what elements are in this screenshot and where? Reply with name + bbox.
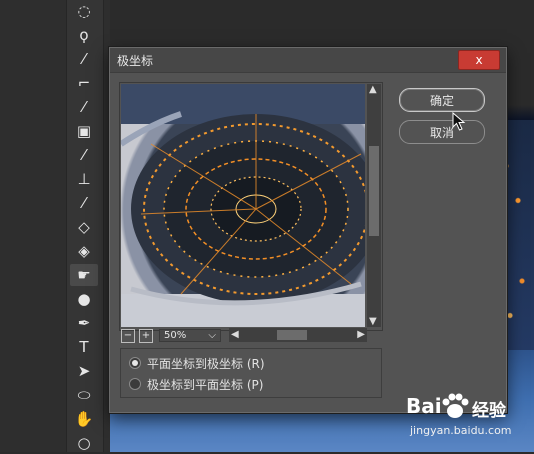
dialog-titlebar[interactable]: 极坐标 x [110, 48, 506, 73]
eraser-icon: ◇ [78, 218, 90, 236]
frame-icon: ▣ [76, 122, 92, 140]
lasso-icon: ϙ [79, 26, 89, 44]
tool-button[interactable]: ◌ [70, 0, 98, 22]
tool-button[interactable]: ◇ [70, 216, 98, 238]
tool-button[interactable]: ⬭ [70, 384, 98, 406]
cancel-button[interactable]: 取消 [399, 120, 485, 144]
tool-button[interactable]: ⁄ [70, 96, 98, 118]
paw-logo-icon [442, 393, 469, 418]
brush-icon: ⁄ [82, 146, 86, 164]
tool-button[interactable]: ○ [70, 432, 98, 454]
tool-button[interactable]: ● [70, 288, 98, 310]
tool-button[interactable]: ⁄ [70, 144, 98, 166]
filter-preview[interactable] [121, 84, 365, 327]
smudge-icon: ☛ [77, 266, 91, 284]
option-rect-to-polar-label: 平面坐标到极坐标 (R) [147, 356, 265, 371]
paint-bucket-icon: ◈ [78, 242, 90, 260]
marquee-icon: ◌ [77, 2, 91, 20]
horizontal-scroll-thumb[interactable] [277, 330, 307, 340]
zoom-level-value: 50% [164, 330, 187, 341]
scroll-right-icon[interactable]: ▶ [357, 329, 365, 340]
dialog-title: 极坐标 [117, 54, 154, 68]
tool-button[interactable]: ✒ [70, 312, 98, 334]
tool-button[interactable]: ◈ [70, 240, 98, 262]
dodge-icon: ● [77, 290, 91, 308]
vertical-scroll-thumb[interactable] [369, 146, 379, 236]
polar-coordinates-dialog: 极坐标 x ▲ ▼ − + 50% ⌵ ◀ ▶ 确定 取消 平面坐标到极坐标 (… [109, 47, 507, 413]
crop-icon: ⌐ [77, 74, 91, 92]
tool-button[interactable]: ▣ [70, 120, 98, 142]
minus-icon: − [123, 330, 133, 341]
ok-label: 确定 [429, 93, 454, 108]
watermark-url: jingyan.baidu.com [410, 424, 512, 437]
close-icon: x [475, 53, 483, 67]
tools-panel: ◌ ϙ ⁄ ⌐ ⁄ ▣ ⁄ ⊥ ⁄ ◇ ◈ ☛ ● ✒ T ➤ ⬭ ✋ ○ [0, 0, 110, 452]
history-brush-icon: ⁄ [82, 194, 86, 212]
conversion-options: 平面坐标到极坐标 (R) 极坐标到平面坐标 (P) [120, 348, 382, 398]
scroll-left-icon[interactable]: ◀ [231, 329, 239, 340]
radio-checked-icon[interactable] [129, 357, 141, 369]
option-polar-to-rect[interactable]: 极坐标到平面坐标 (P) [129, 376, 263, 392]
polar-preview-image [121, 84, 365, 327]
option-polar-to-rect-label: 极坐标到平面坐标 (P) [147, 377, 264, 392]
tool-button[interactable]: ➤ [70, 360, 98, 382]
zoom-out-button[interactable]: − [121, 329, 135, 343]
tool-button[interactable]: ⌐ [70, 72, 98, 94]
tool-button[interactable]: ⊥ [70, 168, 98, 190]
tool-button[interactable]: ϙ [70, 24, 98, 46]
mouse-cursor-icon [452, 112, 466, 131]
zoom-level-select[interactable]: 50% ⌵ [159, 329, 221, 342]
scroll-up-icon[interactable]: ▲ [369, 84, 377, 95]
cancel-label: 取消 [429, 125, 454, 140]
ok-button[interactable]: 确定 [399, 88, 485, 112]
scroll-down-icon[interactable]: ▼ [369, 316, 377, 327]
watermark-brand: Bai [406, 394, 442, 418]
preview-horizontal-scrollbar[interactable]: ◀ ▶ [229, 328, 367, 342]
magic-wand-icon: ⁄ [82, 50, 86, 68]
radio-unchecked-icon[interactable] [129, 378, 141, 390]
watermark-name: 经验 [472, 401, 506, 421]
pen-icon: ✒ [77, 314, 91, 332]
type-icon: T [79, 338, 89, 356]
zoom-in-button[interactable]: + [139, 329, 153, 343]
tool-button[interactable]: T [70, 336, 98, 358]
preview-vertical-scrollbar[interactable]: ▲ ▼ [367, 84, 381, 327]
tool-button[interactable]: ⁄ [70, 192, 98, 214]
hand-icon: ✋ [74, 410, 94, 428]
eyedropper-icon: ⁄ [82, 98, 86, 116]
plus-icon: + [141, 330, 151, 341]
zoom-icon: ○ [77, 434, 91, 452]
chevron-down-icon: ⌵ [208, 330, 216, 341]
option-rect-to-polar[interactable]: 平面坐标到极坐标 (R) [129, 355, 265, 371]
tool-button[interactable]: ⁄ [70, 48, 98, 70]
baidu-jingyan-watermark: Bai 经验 jingyan.baidu.com [402, 388, 530, 448]
close-button[interactable]: x [458, 50, 500, 70]
stamp-icon: ⊥ [77, 170, 91, 188]
path-select-icon: ➤ [77, 362, 91, 380]
tool-button[interactable]: ☛ [70, 264, 98, 286]
ellipse-icon: ⬭ [77, 386, 91, 404]
tool-button[interactable]: ✋ [70, 408, 98, 430]
